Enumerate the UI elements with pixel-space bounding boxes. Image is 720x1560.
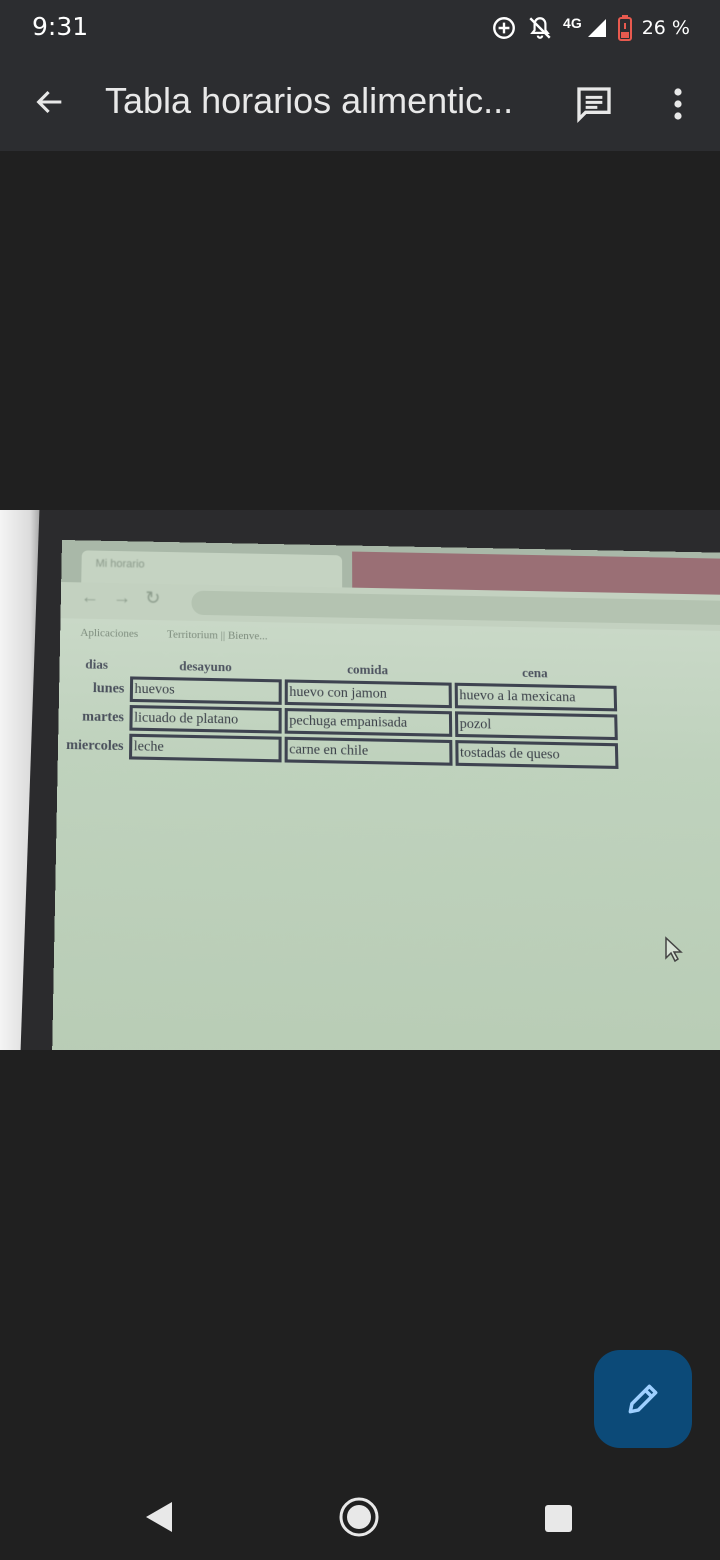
status-time: 9:31: [32, 12, 88, 41]
table-cell: tostadas de queso: [455, 740, 618, 769]
day-cell: martes: [65, 704, 126, 731]
meal-schedule-table: dias desayuno comida cena lunes huevos h…: [62, 653, 621, 772]
battery-percent: 26 %: [642, 17, 690, 39]
day-cell: lunes: [66, 675, 127, 702]
bookmark-item: Aplicaciones: [80, 627, 138, 640]
comment-button[interactable]: [570, 80, 618, 128]
day-cell: miercoles: [65, 732, 126, 759]
back-button[interactable]: [26, 78, 74, 126]
header-dias: dias: [67, 656, 127, 673]
arrow-back-icon: [33, 85, 67, 119]
network-type: 4G: [563, 15, 582, 31]
status-bar: 9:31 4G 26 %: [0, 0, 720, 54]
more-options-button[interactable]: [654, 80, 702, 128]
notifications-off-icon: [527, 15, 553, 41]
app-bar: Tabla horarios alimentic...: [0, 54, 720, 151]
header-comida: comida: [284, 660, 451, 680]
edit-fab-button[interactable]: [594, 1350, 692, 1448]
table-cell: huevo con jamon: [284, 679, 451, 708]
browser-nav-arrows: ←→↻: [81, 586, 175, 609]
edit-pencil-icon: [624, 1380, 662, 1418]
table-cell: carne en chile: [284, 737, 452, 766]
more-vert-icon: [663, 86, 693, 122]
header-cena: cena: [454, 663, 616, 682]
table-cell: pechuga empanisada: [284, 708, 452, 737]
table-cell: pozol: [454, 711, 617, 740]
attached-photo[interactable]: Mi horario ←→↻ Aplicaciones Territorium …: [0, 510, 720, 1050]
data-saver-icon: [491, 15, 517, 41]
bookmark-item: Territorium || Bienve...: [167, 628, 268, 642]
signal-icon: [586, 17, 608, 39]
table-cell: licuado de platano: [129, 705, 281, 734]
table-cell: huevo a la mexicana: [454, 683, 616, 712]
status-icons: 4G 26 %: [491, 12, 690, 44]
mouse-cursor-icon: [664, 936, 684, 964]
browser-bookmarks: Aplicaciones Territorium || Bienve...: [80, 627, 294, 643]
nav-back-icon[interactable]: [144, 1500, 174, 1534]
browser-tab-title: Mi horario: [96, 558, 145, 571]
table-cell: huevos: [129, 676, 281, 704]
comment-icon: [574, 84, 614, 124]
header-desayuno: desayuno: [130, 657, 282, 676]
table-cell: leche: [128, 734, 281, 763]
monitor-screen: Mi horario ←→↻ Aplicaciones Territorium …: [52, 540, 720, 1050]
battery-low-icon: [618, 15, 632, 41]
nav-recents-icon[interactable]: [545, 1505, 572, 1532]
nav-home-icon[interactable]: [338, 1496, 380, 1538]
page-title: Tabla horarios alimentic...: [105, 80, 550, 122]
